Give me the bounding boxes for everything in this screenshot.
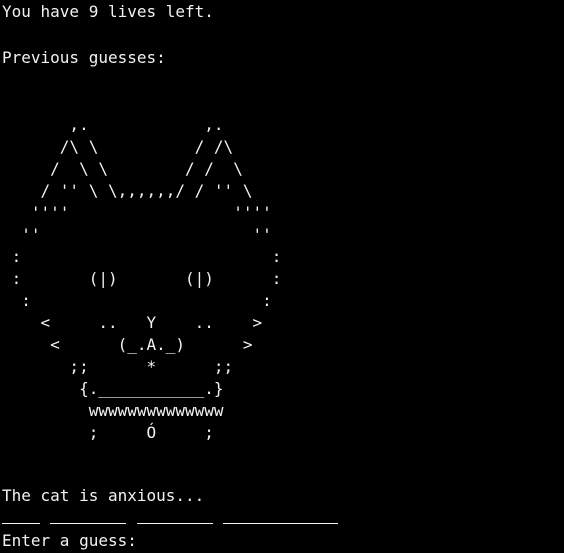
lives-remaining-text: You have 9 lives left. — [2, 2, 214, 21]
word-blank — [223, 523, 339, 524]
cat-mood-text: The cat is anxious... — [2, 486, 205, 505]
previous-guesses-label: Previous guesses: — [2, 48, 166, 67]
guess-input[interactable] — [166, 529, 466, 552]
word-blank — [50, 523, 127, 524]
word-blanks — [0, 523, 564, 525]
terminal-window: You have 9 lives left. Previous guesses:… — [0, 0, 564, 553]
word-blank — [136, 523, 213, 524]
guess-prompt: Enter a guess: — [2, 531, 137, 550]
cat-ascii-art: ,. ,. /\ \ / /\ / \ \ / / \ / '' \ \,,,,… — [11, 115, 282, 442]
word-blank — [2, 523, 40, 524]
